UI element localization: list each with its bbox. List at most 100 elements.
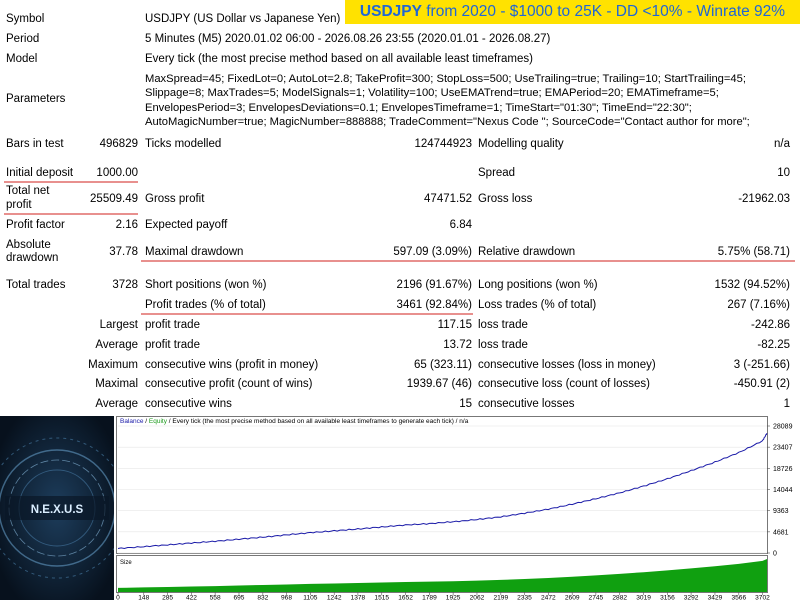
gross-profit-value: 47471.52 [424, 193, 472, 205]
x-tick-label: 832 [257, 595, 268, 600]
largest-label: Largest [99, 319, 138, 331]
x-tick-label: 1378 [351, 595, 366, 600]
x-tick-label: 148 [138, 595, 149, 600]
gross-loss-value: -21962.03 [738, 193, 790, 205]
balance-chart: 28089 23407 18726 14044 9363 4681 0 0 148 285 422… [116, 416, 800, 600]
absolute-drawdown-value: 37.78 [109, 246, 138, 258]
net-profit-label-2: profit [6, 199, 32, 211]
maximal-consecutive-loss-label: consecutive loss (count of losses) [478, 378, 650, 390]
x-tick-label: 1515 [374, 595, 389, 600]
x-tick-label: 285 [162, 595, 173, 600]
maximal-label: Maximal [95, 378, 138, 390]
x-tick-label: 2335 [517, 595, 532, 600]
ticks-value: 124744923 [414, 138, 472, 150]
x-tick-label: 1242 [327, 595, 342, 600]
relative-drawdown-label: Relative drawdown [478, 246, 576, 258]
x-tick-label: 3566 [731, 595, 746, 600]
profit-trades-label: Profit trades (% of total) [145, 299, 266, 311]
long-positions-value: 1532 (94.52%) [714, 279, 790, 291]
x-tick-label: 3292 [684, 595, 699, 600]
x-axis-ticks: 0 148 285 422 558 695 832 968 1105 1242 1378 1515 16… [116, 592, 770, 600]
balance-chart-svg: 28089 23407 18726 14044 9363 4681 0 0 148 285 422… [116, 416, 793, 600]
x-tick-label: 1925 [446, 595, 461, 600]
net-profit-value: 25509.49 [90, 193, 138, 205]
parameters-label: Parameters [6, 93, 66, 105]
avg-consecutive-wins-label: consecutive wins [145, 398, 232, 410]
maximal-drawdown-label: Maximal drawdown [145, 246, 244, 258]
maximal-consecutive-profit-label: consecutive profit (count of wins) [145, 378, 313, 390]
chart-title-rest: / Every tick (the most precise method ba… [167, 418, 469, 425]
max-consecutive-wins-label: consecutive wins (profit in money) [145, 359, 319, 371]
absolute-drawdown-label-2: drawdown [6, 252, 59, 264]
y-axis-ticks: 28089 23407 18726 14044 9363 4681 0 [767, 424, 793, 558]
x-tick-label: 3019 [636, 595, 651, 600]
total-trades-label: Total trades [6, 279, 66, 291]
max-consecutive-losses-label: consecutive losses (loss in money) [478, 359, 656, 371]
net-profit-label-1: Total net [6, 185, 50, 197]
y-tick-label: 4681 [773, 529, 789, 536]
net-profit-underline [4, 213, 138, 215]
x-tick-label: 2199 [493, 595, 508, 600]
average-label: Average [95, 339, 138, 351]
size-label: Size [120, 560, 132, 566]
profit-factor-label: Profit factor [6, 219, 65, 231]
relative-drawdown-value: 5.75% (58.71) [717, 246, 790, 258]
expected-payoff-value: 6.84 [449, 219, 472, 231]
loss-trades-label: Loss trades (% of total) [478, 299, 597, 311]
drawdown-underline [141, 260, 795, 262]
x-tick-label: 422 [186, 595, 197, 600]
total-trades-value: 3728 [112, 279, 138, 291]
y-tick-label: 9363 [773, 508, 789, 515]
largest-profit-label: profit trade [145, 319, 200, 331]
bars-value: 496829 [99, 138, 138, 150]
x-tick-label: 2472 [541, 595, 556, 600]
maximal-drawdown-value: 597.09 (3.09%) [393, 246, 472, 258]
logo-text: N.E.X.U.S [31, 504, 84, 516]
maximal-consecutive-profit-value: 1939.67 (46) [406, 378, 472, 390]
x-tick-label: 2062 [470, 595, 485, 600]
max-consecutive-losses-value: 3 (-251.66) [733, 359, 790, 371]
deposit-underline [4, 181, 138, 183]
ticks-label: Ticks modelled [145, 138, 222, 150]
nexus-logo-art: N.E.X.U.S [0, 416, 114, 600]
x-tick-label: 695 [233, 595, 244, 600]
quality-value: n/a [774, 138, 790, 150]
period-value: 5 Minutes (M5) 2020.01.02 06:00 - 2026.0… [145, 33, 551, 45]
avg-consecutive-losses-label: consecutive losses [478, 398, 575, 410]
x-tick-label: 2609 [565, 595, 580, 600]
x-tick-label: 3429 [708, 595, 723, 600]
y-tick-label: 18726 [773, 466, 793, 473]
banner-symbol: USDJPY [359, 3, 422, 20]
plot-frame [116, 416, 768, 554]
chart-title: Balance / Equity / Every tick (the most … [120, 418, 468, 425]
y-tick-label: 14044 [773, 487, 793, 494]
chart-title-equity: Equity [148, 418, 167, 425]
gross-loss-label: Gross loss [478, 193, 533, 205]
expected-payoff-label: Expected payoff [145, 219, 228, 231]
parameters-value: MaxSpread=45; FixedLot=0; AutoLot=2.8; T… [145, 73, 750, 129]
gross-profit-label: Gross profit [145, 193, 205, 205]
deposit-label: Initial deposit [6, 167, 74, 179]
largest-loss-value: -242.86 [750, 319, 790, 331]
average-loss-label: loss trade [478, 339, 528, 351]
short-positions-value: 2196 (91.67%) [396, 279, 472, 291]
x-tick-label: 3156 [660, 595, 675, 600]
x-tick-label: 968 [281, 595, 292, 600]
loss-trades-value: 267 (7.16%) [727, 299, 790, 311]
long-positions-label: Long positions (won %) [478, 279, 598, 291]
model-label: Model [6, 53, 38, 65]
deposit-value: 1000.00 [96, 167, 138, 179]
largest-loss-label: loss trade [478, 319, 528, 331]
maximal-consecutive-loss-value: -450.91 (2) [733, 378, 790, 390]
period-label: Period [6, 33, 40, 45]
symbol-label: Symbol [6, 13, 45, 25]
x-tick-label: 1789 [422, 595, 437, 600]
avg-consecutive-losses-value: 1 [783, 398, 790, 410]
absolute-drawdown-label-1: Absolute [6, 239, 51, 251]
max-consecutive-wins-value: 65 (323.11) [414, 359, 472, 371]
y-tick-label: 28089 [773, 424, 793, 431]
bars-label: Bars in test [6, 138, 64, 150]
spread-label: Spread [478, 167, 516, 179]
y-tick-label: 23407 [773, 445, 793, 452]
symbol-value: USDJPY (US Dollar vs Japanese Yen) [145, 13, 341, 25]
